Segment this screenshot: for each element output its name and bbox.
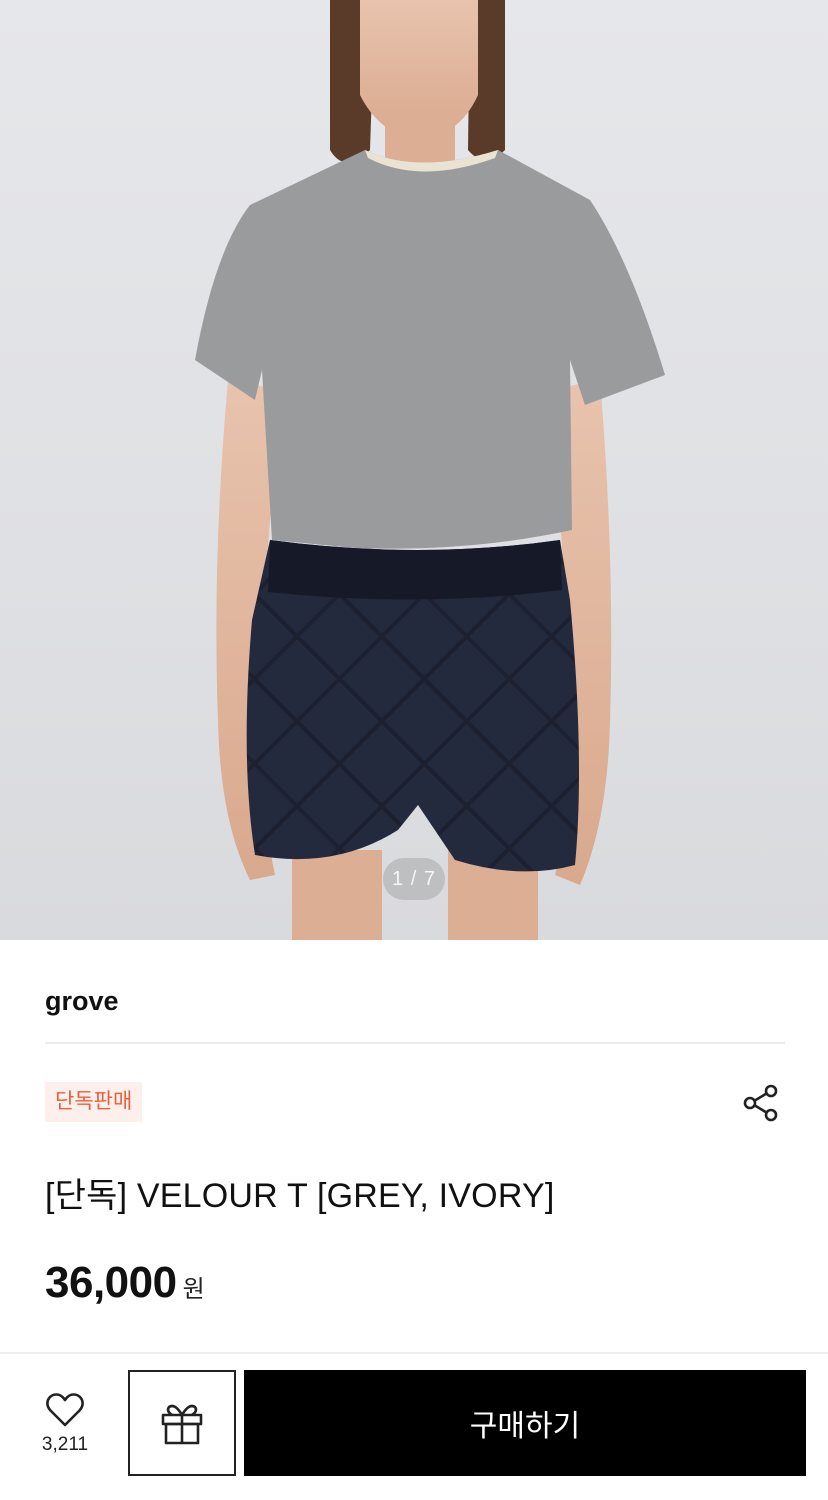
buy-button[interactable]: 구매하기 (244, 1370, 806, 1476)
divider (45, 1042, 785, 1044)
gallery-page-indicator: 1 / 7 (383, 858, 445, 900)
price: 36,000 원 (45, 1258, 205, 1308)
product-title: [단독] VELOUR T [GREY, IVORY] (45, 1177, 555, 1215)
price-value: 36,000 (45, 1258, 177, 1307)
like-count: 3,211 (41, 1434, 89, 1455)
heart-icon (46, 1393, 84, 1427)
product-image-gallery[interactable]: 1 / 7 (0, 0, 828, 940)
product-photo (195, 0, 665, 940)
share-icon (743, 1084, 778, 1122)
share-button[interactable] (738, 1080, 784, 1126)
exclusive-badge: 단독판매 (45, 1082, 143, 1122)
brand-name[interactable]: grove (45, 986, 119, 1017)
gift-button[interactable] (128, 1370, 236, 1476)
price-currency: 원 (182, 1276, 205, 1303)
like-button[interactable]: 3,211 (22, 1392, 108, 1466)
gift-icon (161, 1404, 203, 1445)
